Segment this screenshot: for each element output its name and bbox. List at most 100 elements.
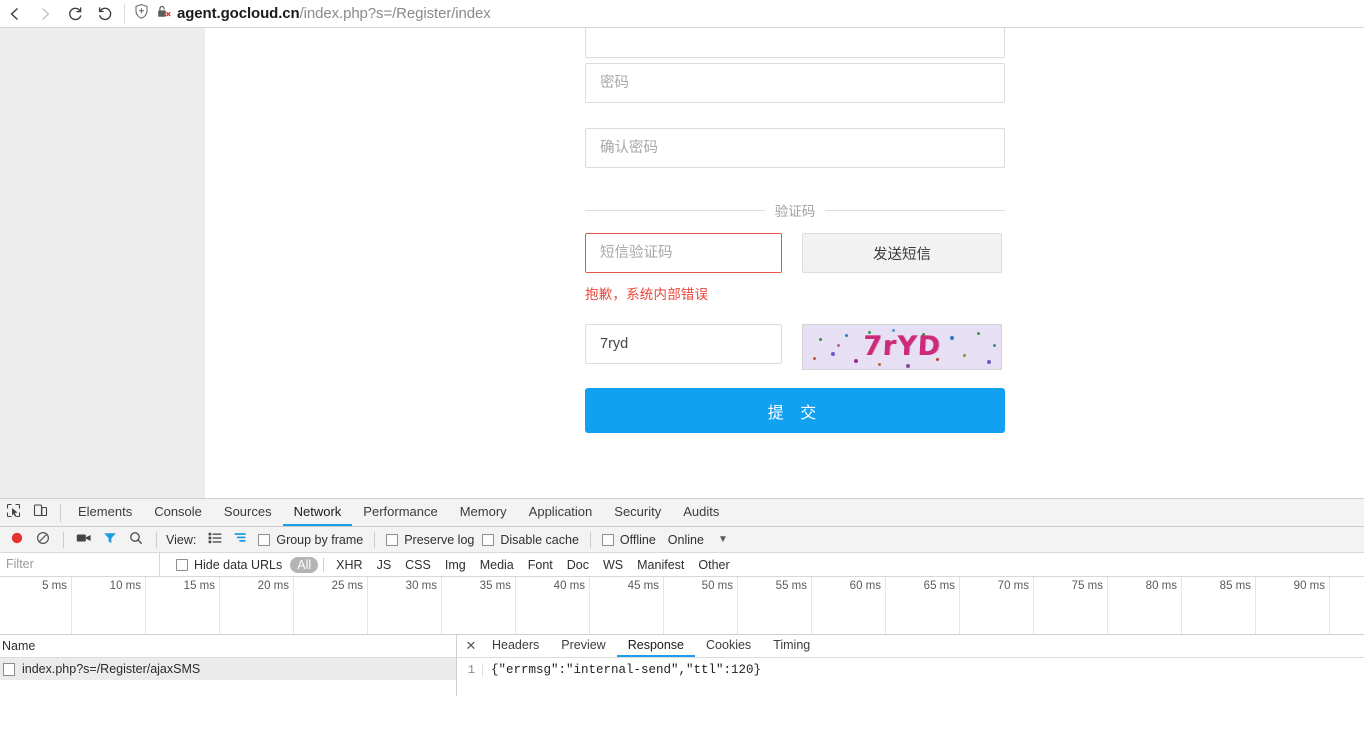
tab-security[interactable]: Security [603,499,672,526]
request-list: Name index.php?s=/Register/ajaxSMS [0,635,457,696]
tab-performance[interactable]: Performance [352,499,448,526]
forward-button[interactable] [30,0,60,28]
tab-console[interactable]: Console [143,499,213,526]
filter-input[interactable]: Filter [0,553,160,576]
chevron-down-icon[interactable]: ▼ [718,534,728,545]
tab-elements[interactable]: Elements [67,499,143,526]
timeline-tick: 30 ms [405,580,437,592]
filter-type-media[interactable]: Media [473,557,521,573]
password-input[interactable]: 密码 [585,63,1005,103]
waterfall-view-icon [234,532,248,547]
tab-application[interactable]: Application [518,499,604,526]
filter-toggle-button[interactable] [97,528,123,552]
tab-sources[interactable]: Sources [213,499,283,526]
filter-type-img[interactable]: Img [438,557,473,573]
document-icon [3,662,15,676]
tab-network[interactable]: Network [282,499,353,526]
inspect-element-icon [6,503,21,523]
timeline-tick: 65 ms [923,580,955,592]
password-confirm-input[interactable]: 确认密码 [585,128,1005,168]
shield-plus-icon[interactable] [133,3,150,25]
checkbox-box [176,558,188,571]
filter-type-css[interactable]: CSS [398,557,438,573]
history-back-button[interactable] [90,0,120,28]
captcha-text: 7rYD [862,330,942,362]
waterfall-view-button[interactable] [228,528,254,552]
filmstrip-button[interactable] [71,528,97,552]
response-body-view[interactable]: 1 {"errmsg":"internal-send","ttl":120} [457,658,1364,677]
hide-data-urls-label: Hide data URLs [194,557,283,572]
checkbox-box [386,533,399,546]
checkbox-box [258,533,271,546]
reload-button[interactable] [60,0,90,28]
page-viewport: 密码 确认密码 验证码 短信验证码 发送短信 抱歉，系统内部错误 7ryd 7r… [0,28,1364,498]
network-toolbar: View: Group by frame Preserve log Disabl… [0,527,1364,553]
back-arrow-icon [7,6,23,22]
record-button[interactable] [4,528,30,552]
captcha-image[interactable]: 7rYD [802,324,1002,370]
timeline-tick: 90 ms [1293,580,1325,592]
filter-type-other[interactable]: Other [691,557,736,573]
view-label: View: [166,532,197,547]
detail-tab-timing[interactable]: Timing [762,635,821,657]
tab-memory[interactable]: Memory [449,499,518,526]
detail-tab-preview[interactable]: Preview [550,635,616,657]
hide-data-urls-checkbox[interactable]: Hide data URLs [176,558,282,572]
request-name: index.php?s=/Register/ajaxSMS [22,662,201,676]
netbar-divider-4 [589,531,591,548]
network-timeline-overview[interactable]: 5 ms 10 ms 15 ms 20 ms 25 ms 30 ms 35 ms… [0,577,1364,635]
offline-checkbox[interactable]: Offline [598,533,660,547]
filter-type-font[interactable]: Font [521,557,560,573]
close-icon[interactable]: ✕ [461,638,481,654]
network-split-view: Name index.php?s=/Register/ajaxSMS ✕ Hea… [0,635,1364,696]
netbar-divider-1 [63,531,64,548]
sms-code-input[interactable]: 短信验证码 [585,233,782,273]
disable-cache-checkbox[interactable]: Disable cache [478,533,583,547]
detail-tab-cookies[interactable]: Cookies [695,635,762,657]
filter-type-all[interactable]: All [290,556,319,573]
undo-history-icon [96,5,114,23]
timeline-tick: 80 ms [1145,580,1177,592]
submit-button[interactable]: 提 交 [585,388,1005,433]
preserve-log-label: Preserve log [404,532,475,547]
captcha-input[interactable]: 7ryd [585,324,782,364]
clear-button[interactable] [30,528,56,552]
table-row[interactable]: index.php?s=/Register/ajaxSMS [0,658,456,680]
list-view-button[interactable] [202,528,228,552]
filter-funnel-icon [103,531,117,548]
tabbar-divider [60,503,61,522]
send-sms-button[interactable]: 发送短信 [802,233,1002,273]
verification-section-divider: 验证码 [585,200,1005,220]
error-message: 抱歉，系统内部错误 [585,287,709,302]
timeline-tick: 10 ms [109,580,141,592]
inspect-element-button[interactable] [0,499,27,526]
browser-toolbar: agent.gocloud.cn/index.php?s=/Register/i… [0,0,1364,28]
clear-icon [36,531,50,548]
device-toolbar-button[interactable] [27,499,54,526]
column-header-name: Name [2,639,36,653]
timeline-tick: 75 ms [1071,580,1103,592]
filter-type-xhr[interactable]: XHR [329,557,369,573]
search-button[interactable] [123,528,149,552]
detail-tab-headers[interactable]: Headers [481,635,550,657]
throttling-select[interactable]: Online [668,533,704,547]
back-button[interactable] [0,0,30,28]
checkbox-box [482,533,495,546]
device-toolbar-icon [33,503,48,523]
preserve-log-checkbox[interactable]: Preserve log [382,533,478,547]
tab-audits[interactable]: Audits [672,499,730,526]
devtools-tabbar: Elements Console Sources Network Perform… [0,499,1364,527]
filter-type-manifest[interactable]: Manifest [630,557,691,573]
address-bar[interactable]: agent.gocloud.cn/index.php?s=/Register/i… [133,0,1364,28]
detail-tab-response[interactable]: Response [616,635,696,657]
netbar-divider-3 [374,531,376,548]
timeline-tick: 45 ms [627,580,659,592]
timeline-tick: 60 ms [849,580,881,592]
input-field-top-partial[interactable] [585,28,1005,58]
timeline-tick: 25 ms [331,580,363,592]
group-by-frame-checkbox[interactable]: Group by frame [254,533,367,547]
filter-type-ws[interactable]: WS [596,557,630,573]
filter-type-js[interactable]: JS [370,557,399,573]
filter-type-doc[interactable]: Doc [560,557,596,573]
broken-lock-icon[interactable] [155,3,172,25]
